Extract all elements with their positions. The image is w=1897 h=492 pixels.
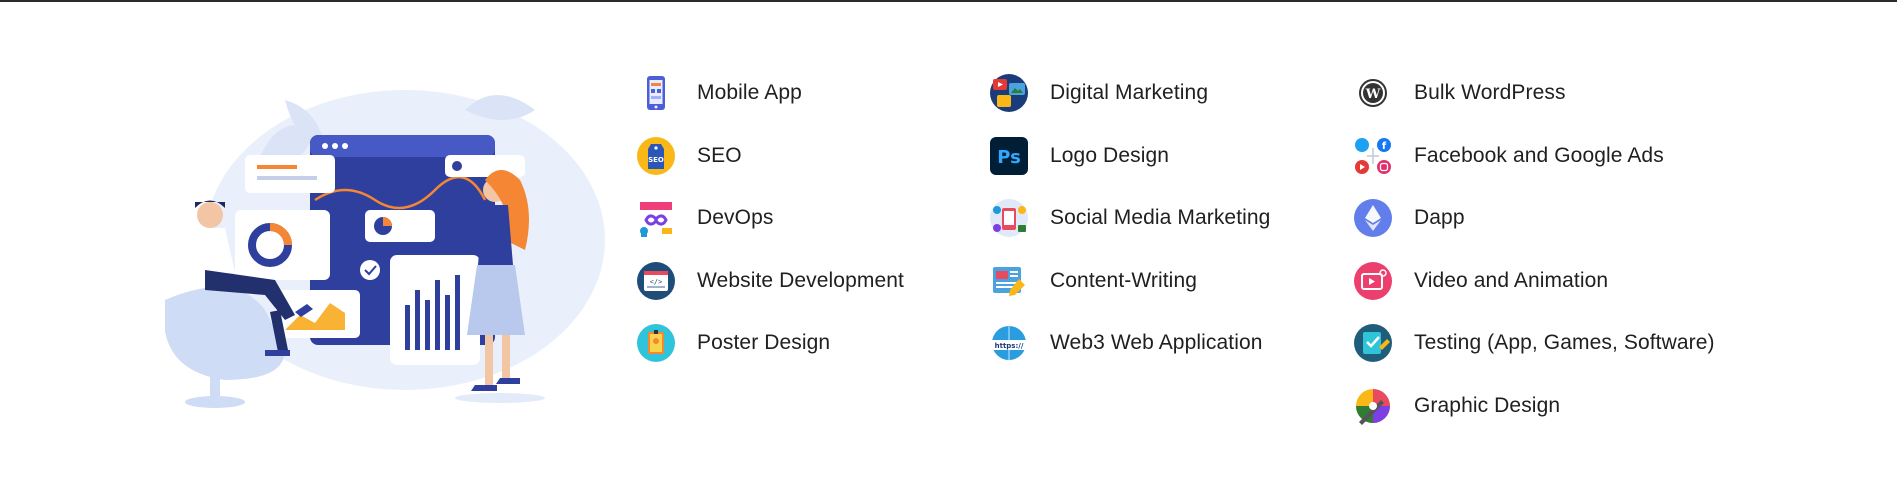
service-label: Digital Marketing xyxy=(1050,81,1209,105)
service-devops[interactable]: DevOps xyxy=(636,187,904,250)
top-divider xyxy=(0,0,1897,2)
service-video-and-animation[interactable]: Video and Animation xyxy=(1353,250,1715,313)
poster-icon xyxy=(636,323,676,363)
services-column-1: Mobile App SEO SEO DevOps </> Website De… xyxy=(636,62,904,375)
service-label: SEO xyxy=(697,143,742,167)
service-dapp[interactable]: Dapp xyxy=(1353,187,1715,250)
service-mobile-app[interactable]: Mobile App xyxy=(636,62,904,125)
service-label: Graphic Design xyxy=(1414,393,1561,417)
svg-text:W: W xyxy=(1365,87,1381,102)
https-globe-icon: https:// xyxy=(989,323,1029,363)
service-bulk-wordpress[interactable]: W Bulk WordPress xyxy=(1353,62,1715,125)
service-graphic-design[interactable]: Graphic Design xyxy=(1353,375,1715,438)
photoshop-icon: Ps xyxy=(989,136,1029,176)
service-label: Dapp xyxy=(1414,206,1465,230)
service-label: Poster Design xyxy=(697,331,831,355)
digital-marketing-icon xyxy=(989,73,1029,113)
mobile-app-icon xyxy=(636,73,676,113)
service-seo[interactable]: SEO SEO xyxy=(636,125,904,188)
svg-text:f: f xyxy=(1382,141,1387,152)
svg-text:Ps: Ps xyxy=(997,147,1021,168)
palette-icon xyxy=(1353,386,1393,426)
code-window-icon: </> xyxy=(636,261,676,301)
service-label: Facebook and Google Ads xyxy=(1414,143,1664,167)
service-content-writing[interactable]: Content-Writing xyxy=(989,250,1270,313)
service-label: Bulk WordPress xyxy=(1414,81,1566,105)
service-web3-web-application[interactable]: https:// Web3 Web Application xyxy=(989,312,1270,375)
devops-infinity-icon xyxy=(636,198,676,238)
service-label: Testing (App, Games, Software) xyxy=(1414,331,1715,355)
service-poster-design[interactable]: Poster Design xyxy=(636,312,904,375)
service-label: Website Development xyxy=(697,268,904,292)
social-ads-icon: f xyxy=(1353,136,1393,176)
service-facebook-and-google-ads[interactable]: f Facebook and Google Ads xyxy=(1353,125,1715,188)
service-label: Content-Writing xyxy=(1050,268,1198,292)
services-column-2: Digital Marketing Ps Logo Design Social … xyxy=(989,62,1270,375)
svg-text:</>: </> xyxy=(650,278,663,286)
svg-text:https://: https:// xyxy=(995,342,1024,350)
ethereum-icon xyxy=(1353,198,1393,238)
service-social-media-marketing[interactable]: Social Media Marketing xyxy=(989,187,1270,250)
service-website-development[interactable]: </> Website Development xyxy=(636,250,904,313)
service-digital-marketing[interactable]: Digital Marketing xyxy=(989,62,1270,125)
service-label: Logo Design xyxy=(1050,143,1170,167)
svg-text:SEO: SEO xyxy=(648,156,664,164)
dashboard-illustration xyxy=(163,80,605,410)
testing-icon xyxy=(1353,323,1393,363)
service-label: Web3 Web Application xyxy=(1050,331,1263,355)
content-writing-icon xyxy=(989,261,1029,301)
services-column-3: W Bulk WordPress f Facebook and Google A… xyxy=(1353,62,1715,437)
service-testing[interactable]: Testing (App, Games, Software) xyxy=(1353,312,1715,375)
service-label: DevOps xyxy=(697,206,774,230)
service-logo-design[interactable]: Ps Logo Design xyxy=(989,125,1270,188)
video-icon xyxy=(1353,261,1393,301)
seo-tag-icon: SEO xyxy=(636,136,676,176)
service-label: Video and Animation xyxy=(1414,268,1609,292)
service-label: Social Media Marketing xyxy=(1050,206,1271,230)
service-label: Mobile App xyxy=(697,81,802,105)
wordpress-icon: W xyxy=(1353,73,1393,113)
social-media-icon xyxy=(989,198,1029,238)
